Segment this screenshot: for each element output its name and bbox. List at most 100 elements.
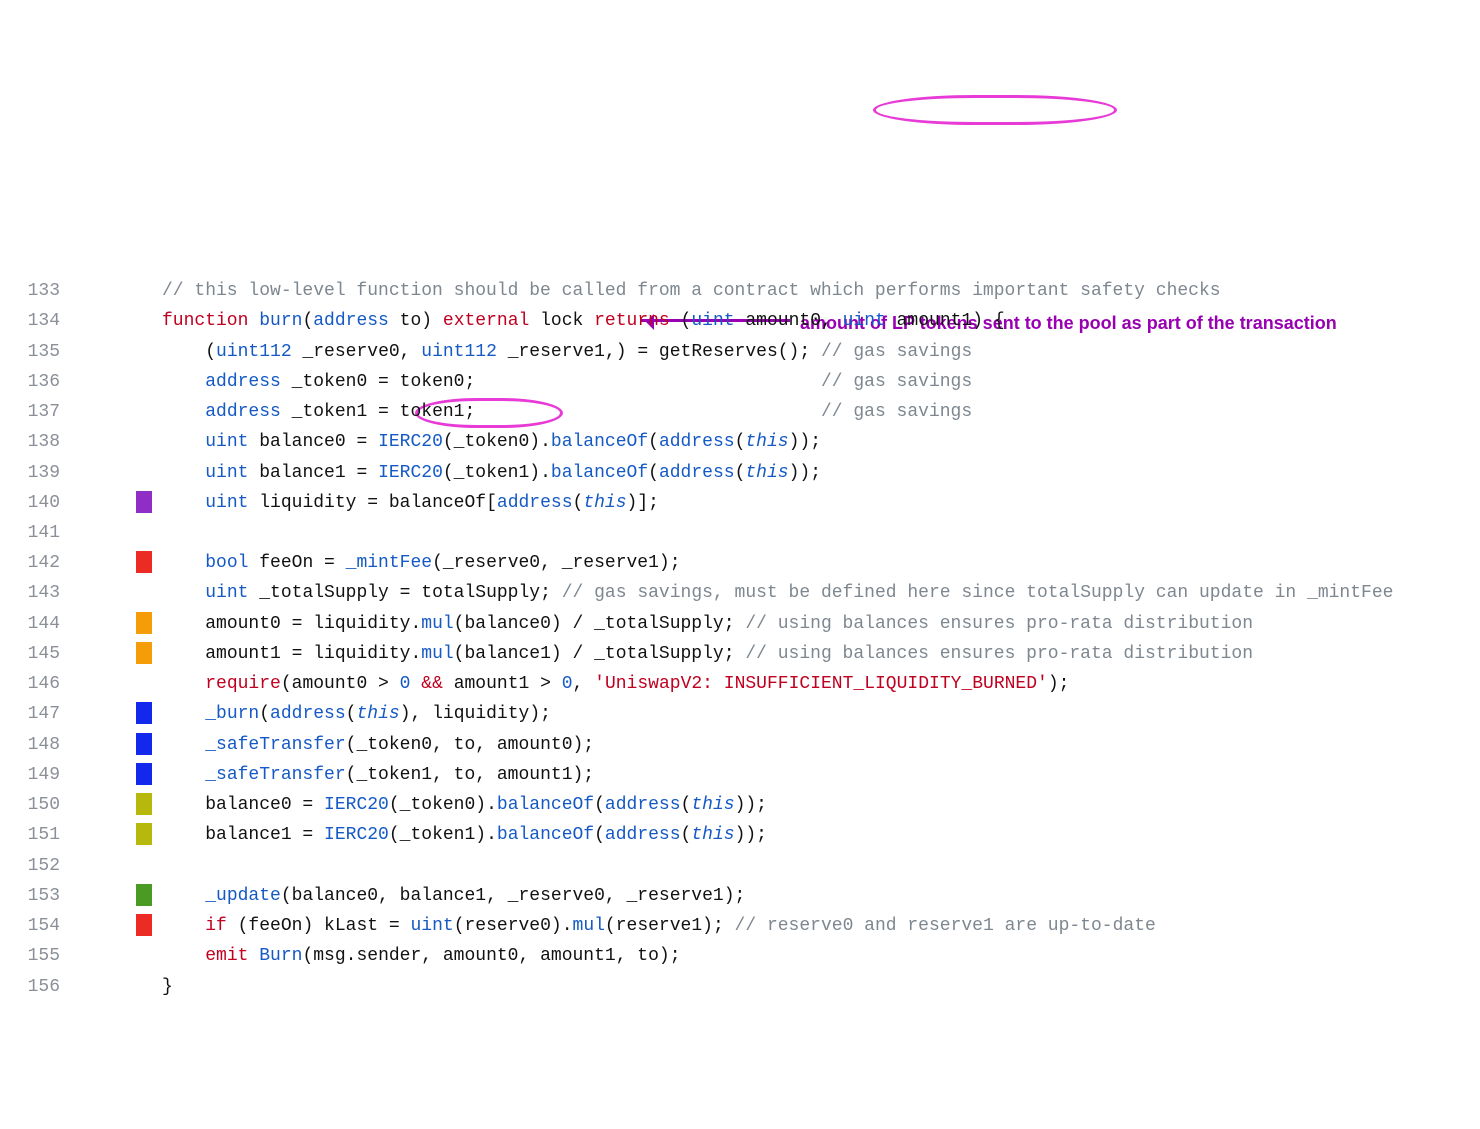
gutter [68, 669, 156, 699]
gutter [68, 458, 156, 488]
line-number: 145 [0, 639, 68, 669]
gutter [68, 518, 156, 548]
line-marker [136, 884, 152, 906]
token: lock [540, 311, 594, 331]
token: ( [205, 342, 216, 362]
token: balanceOf [497, 825, 594, 845]
gutter [68, 276, 156, 306]
gutter [68, 397, 156, 427]
code-row: 138 uint balance0 = IERC20(_token0).bala… [0, 427, 1480, 457]
token: _burn [205, 704, 259, 724]
code-content: bool feeOn = _mintFee(_reserve0, _reserv… [156, 548, 1480, 578]
token: )); [789, 432, 821, 452]
token: _token0 = token0; [281, 372, 821, 392]
token: (balance0, balance1, _reserve0, _reserve… [281, 886, 745, 906]
line-number: 135 [0, 337, 68, 367]
token: (amount0 > [281, 674, 400, 694]
line-number: 149 [0, 760, 68, 790]
gutter [68, 941, 156, 971]
token: address [270, 704, 346, 724]
token: ( [648, 463, 659, 483]
line-marker [136, 733, 152, 755]
token: && [421, 674, 443, 694]
code-row: 141 [0, 518, 1480, 548]
code-content: uint _totalSupply = totalSupply; // gas … [156, 578, 1480, 608]
gutter [68, 578, 156, 608]
token: (balance1) / _totalSupply; [454, 644, 746, 664]
token: uint112 [421, 342, 497, 362]
gutter [68, 730, 156, 760]
line-number: 134 [0, 306, 68, 336]
line-number: 143 [0, 578, 68, 608]
token: (_token0). [389, 795, 497, 815]
gutter [68, 972, 156, 1002]
token: uint [691, 311, 734, 331]
token: (_token1, to, amount1); [346, 765, 594, 785]
token: this [745, 463, 788, 483]
line-number: 139 [0, 458, 68, 488]
token: function [162, 311, 259, 331]
token: balance1 = [248, 463, 378, 483]
token: // reserve0 and reserve1 are up-to-date [735, 916, 1156, 936]
code-row: 135 (uint112 _reserve0, uint112 _reserve… [0, 337, 1480, 367]
gutter [68, 639, 156, 669]
token: ( [735, 463, 746, 483]
token: (feeOn) kLast = [227, 916, 411, 936]
token: ), liquidity); [400, 704, 551, 724]
token: // gas savings [821, 372, 972, 392]
code-content [156, 851, 1480, 881]
token: balanceOf [551, 432, 648, 452]
gutter [68, 851, 156, 881]
code-content: balance1 = IERC20(_token1).balanceOf(add… [156, 820, 1480, 850]
code-row: 149 _safeTransfer(_token1, to, amount1); [0, 760, 1480, 790]
line-marker [136, 914, 152, 936]
gutter [68, 367, 156, 397]
token: require [205, 674, 281, 694]
token: amount1 > [443, 674, 562, 694]
gutter [68, 699, 156, 729]
line-marker [136, 551, 152, 573]
token: Burn [259, 946, 302, 966]
token: ( [735, 432, 746, 452]
token: _update [205, 886, 281, 906]
token: ( [681, 311, 692, 331]
code-content: function burn(address to) external lock … [156, 306, 1480, 336]
token: this [745, 432, 788, 452]
token: address [605, 795, 681, 815]
line-number: 138 [0, 427, 68, 457]
code-content: balance0 = IERC20(_token0).balanceOf(add… [156, 790, 1480, 820]
line-number: 151 [0, 820, 68, 850]
token: _safeTransfer [205, 735, 345, 755]
gutter [68, 760, 156, 790]
token: ( [681, 825, 692, 845]
token: mul [573, 916, 605, 936]
code-content [156, 518, 1480, 548]
token: address [605, 825, 681, 845]
token: 0 [400, 674, 411, 694]
code-content: address _token1 = token1; // gas savings [156, 397, 1480, 427]
token: _safeTransfer [205, 765, 345, 785]
code-content: require(amount0 > 0 && amount1 > 0, 'Uni… [156, 669, 1480, 699]
token: IERC20 [378, 432, 443, 452]
code-content: uint balance0 = IERC20(_token0).balanceO… [156, 427, 1480, 457]
line-number: 136 [0, 367, 68, 397]
token: emit [205, 946, 259, 966]
token: returns [594, 311, 680, 331]
token: _totalSupply = totalSupply; [248, 583, 561, 603]
line-number: 152 [0, 851, 68, 881]
token: balanceOf [497, 795, 594, 815]
token: ( [681, 795, 692, 815]
token: (_token1). [389, 825, 497, 845]
token: ( [594, 825, 605, 845]
token: uint112 [216, 342, 292, 362]
line-marker [136, 823, 152, 845]
code-row: 143 uint _totalSupply = totalSupply; // … [0, 578, 1480, 608]
token: (msg.sender, amount0, amount1, to); [302, 946, 680, 966]
gutter [68, 488, 156, 518]
gutter [68, 427, 156, 457]
token: (reserve1); [605, 916, 735, 936]
token: )); [735, 825, 767, 845]
gutter [68, 790, 156, 820]
code-row: 148 _safeTransfer(_token0, to, amount0); [0, 730, 1480, 760]
oval-important-safety-checks [873, 95, 1117, 125]
